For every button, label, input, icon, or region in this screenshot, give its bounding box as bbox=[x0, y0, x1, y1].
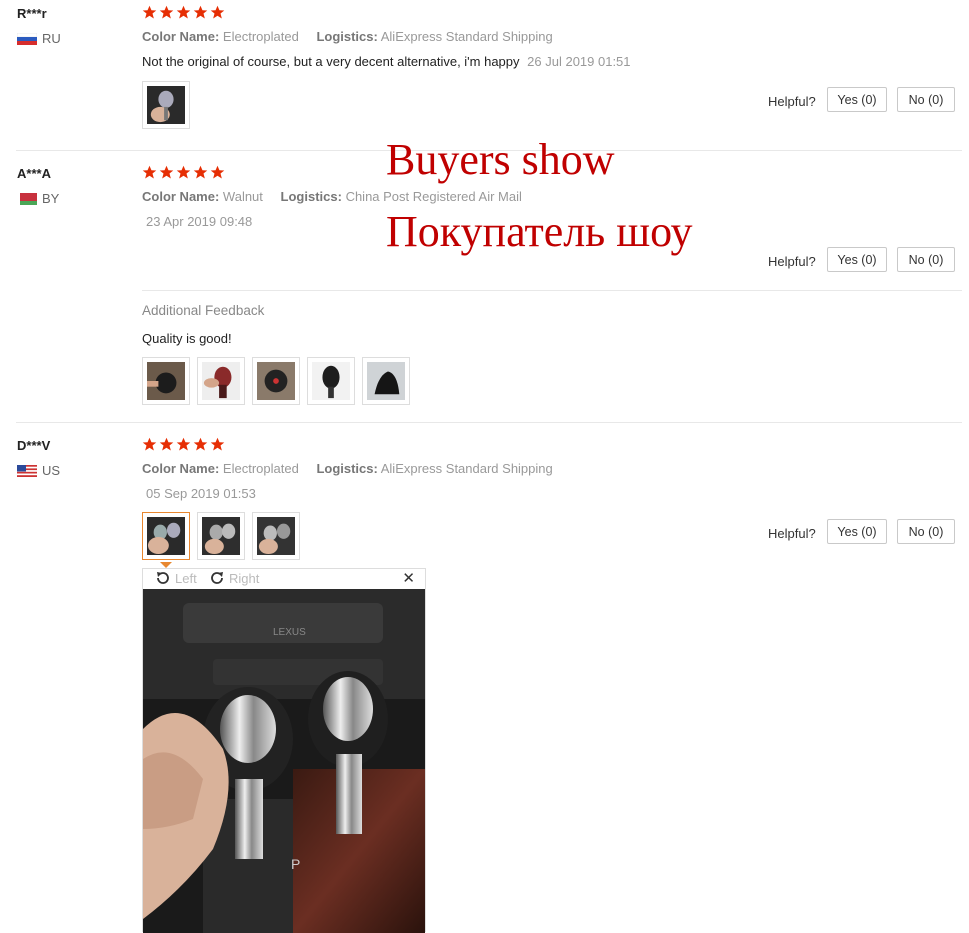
star-icon bbox=[193, 437, 208, 451]
star-icon bbox=[142, 437, 157, 451]
overlay-title-ru: Покупатель шоу bbox=[386, 207, 693, 256]
star-icon bbox=[176, 165, 191, 179]
color-label: Color Name: bbox=[142, 189, 220, 204]
review-photo-thumb[interactable] bbox=[252, 512, 300, 560]
color-value: Walnut bbox=[222, 189, 263, 204]
rotate-left-icon bbox=[157, 572, 169, 584]
order-info: Color Name: Walnut Logistics: China Post… bbox=[142, 189, 522, 204]
star-icon bbox=[159, 165, 174, 179]
photo-thumbnail bbox=[202, 517, 240, 555]
helpful-yes-button[interactable]: Yes (0) bbox=[827, 519, 887, 544]
divider bbox=[142, 290, 962, 291]
review-date: 05 Sep 2019 01:53 bbox=[146, 486, 256, 501]
review-photo-thumb[interactable] bbox=[197, 512, 245, 560]
review-date: 26 Jul 2019 01:51 bbox=[527, 54, 631, 69]
rating-stars bbox=[142, 437, 225, 452]
helpful-no-button[interactable]: No (0) bbox=[897, 247, 955, 272]
country-code: BY bbox=[42, 191, 60, 206]
star-icon bbox=[176, 437, 191, 451]
reviewer-name: D***V bbox=[17, 438, 51, 453]
svg-text:P: P bbox=[291, 856, 300, 872]
review-content: Not the original of course, but a very d… bbox=[142, 54, 520, 69]
photo-thumbnail bbox=[312, 362, 350, 400]
photo-thumbnail bbox=[147, 362, 185, 400]
additional-feedback-title: Additional Feedback bbox=[142, 303, 265, 318]
star-icon bbox=[193, 165, 208, 179]
star-icon bbox=[142, 165, 157, 179]
logistics-value: AliExpress Standard Shipping bbox=[380, 461, 553, 476]
review-photo-thumb[interactable] bbox=[197, 357, 245, 405]
reviewer-country: US bbox=[17, 463, 60, 478]
close-viewer-button[interactable]: ✕ bbox=[402, 569, 415, 587]
review-photo-thumb[interactable] bbox=[142, 357, 190, 405]
review-photo-thumb-selected[interactable] bbox=[142, 512, 190, 560]
review-item: A***A BY Color Name: Walnut Logistics: C… bbox=[0, 150, 962, 422]
country-code: RU bbox=[42, 31, 61, 46]
logistics-value: AliExpress Standard Shipping bbox=[380, 29, 553, 44]
color-value: Electroplated bbox=[222, 461, 299, 476]
overlay-title-en: Buyers show bbox=[386, 135, 615, 184]
star-icon bbox=[210, 5, 225, 19]
star-icon bbox=[159, 5, 174, 19]
order-info: Color Name: Electroplated Logistics: Ali… bbox=[142, 461, 553, 476]
star-icon bbox=[210, 165, 225, 179]
logistics-label: Logistics: bbox=[316, 29, 378, 44]
rotate-right-label: Right bbox=[229, 570, 260, 586]
review-date: 23 Apr 2019 09:48 bbox=[146, 214, 253, 229]
reviewer-name: R***r bbox=[17, 6, 47, 21]
review-text: Not the original of course, but a very d… bbox=[142, 54, 631, 69]
rotate-left-button[interactable]: Left bbox=[155, 570, 197, 586]
logistics-label: Logistics: bbox=[280, 189, 342, 204]
logistics-value: China Post Registered Air Mail bbox=[345, 189, 522, 204]
photo-viewer: Left Right ✕ LEXUS P bbox=[142, 568, 426, 933]
helpful-yes-button[interactable]: Yes (0) bbox=[827, 87, 887, 112]
gear-shift-photo: LEXUS P bbox=[143, 589, 425, 933]
photo-thumbnail bbox=[147, 517, 185, 555]
photo-thumbnail bbox=[257, 517, 295, 555]
reviewer-name: A***A bbox=[17, 166, 51, 181]
photo-thumbnail bbox=[367, 362, 405, 400]
order-info: Color Name: Electroplated Logistics: Ali… bbox=[142, 29, 553, 44]
reviewer-country: RU bbox=[17, 31, 61, 46]
review-photo-thumb[interactable] bbox=[362, 357, 410, 405]
flag-ru-icon bbox=[17, 32, 37, 45]
helpful-yes-button[interactable]: Yes (0) bbox=[827, 247, 887, 272]
star-icon bbox=[176, 5, 191, 19]
rotate-right-button[interactable]: Right bbox=[209, 570, 259, 586]
review-photo-thumb[interactable] bbox=[307, 357, 355, 405]
star-icon bbox=[193, 5, 208, 19]
review-item: R***r RU Color Name: Electroplated Logis… bbox=[0, 0, 962, 150]
photo-thumbnail bbox=[257, 362, 295, 400]
viewer-toolbar: Left Right ✕ bbox=[143, 569, 425, 589]
photo-thumbnail bbox=[202, 362, 240, 400]
flag-by-icon bbox=[17, 192, 37, 205]
flag-us-icon bbox=[17, 464, 37, 477]
star-icon bbox=[159, 437, 174, 451]
review-photo-thumb[interactable] bbox=[142, 81, 190, 129]
helpful-label: Helpful? bbox=[768, 254, 816, 269]
additional-feedback-text: Quality is good! bbox=[142, 331, 232, 346]
rotate-left-label: Left bbox=[175, 570, 197, 586]
helpful-no-button[interactable]: No (0) bbox=[897, 519, 955, 544]
rating-stars bbox=[142, 165, 225, 180]
country-code: US bbox=[42, 463, 61, 478]
helpful-label: Helpful? bbox=[768, 526, 816, 541]
review-photo-thumb[interactable] bbox=[252, 357, 300, 405]
logistics-label: Logistics: bbox=[316, 461, 378, 476]
star-icon bbox=[210, 437, 225, 451]
rating-stars bbox=[142, 5, 225, 20]
reviewer-country: BY bbox=[17, 191, 59, 206]
star-icon bbox=[142, 5, 157, 19]
color-label: Color Name: bbox=[142, 29, 220, 44]
helpful-label: Helpful? bbox=[768, 94, 816, 109]
color-label: Color Name: bbox=[142, 461, 220, 476]
rotate-right-icon bbox=[211, 572, 223, 584]
color-value: Electroplated bbox=[222, 29, 299, 44]
dashboard-brand: LEXUS bbox=[273, 627, 306, 638]
helpful-no-button[interactable]: No (0) bbox=[897, 87, 955, 112]
photo-thumbnail bbox=[147, 86, 185, 124]
enlarged-photo: LEXUS P bbox=[143, 589, 425, 933]
